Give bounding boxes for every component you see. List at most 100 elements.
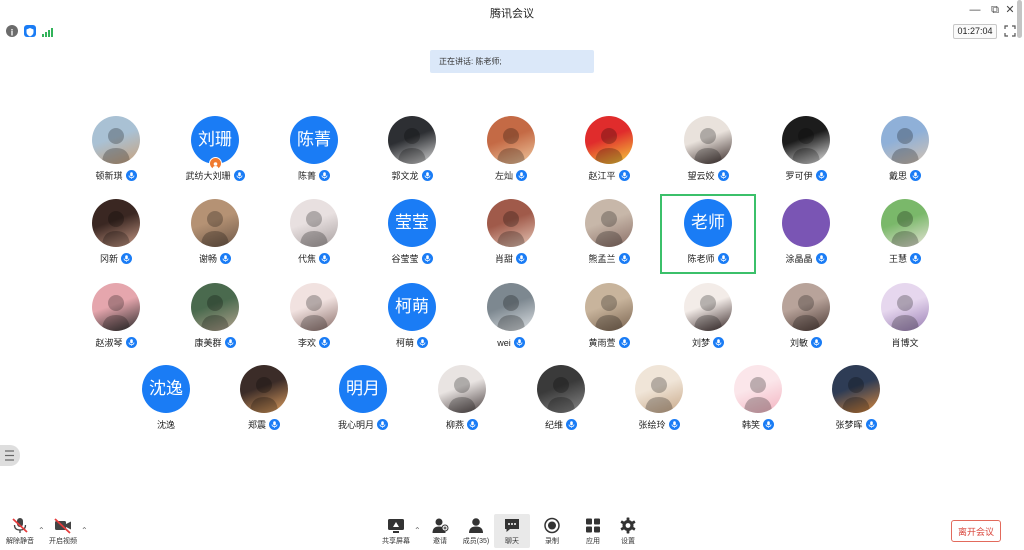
participant-tile[interactable]: 柯萌 柯萌 (364, 279, 460, 355)
speaking-indicator: 正在讲话: 陈老师; (430, 50, 594, 73)
participant-name: 刘梦 (691, 337, 710, 348)
unmute-button[interactable]: 解除静音 (2, 514, 38, 548)
participant-tile[interactable]: 陈菁 陈菁 (266, 112, 362, 188)
photo-silhouette-icon (547, 377, 575, 413)
mic-icon (516, 253, 527, 265)
participant-tile[interactable]: 左灿 (463, 112, 559, 188)
participant-tile[interactable]: 明月 我心明月 (315, 361, 411, 437)
mic-icon (319, 253, 330, 265)
participant-name-line: 陈菁 (266, 168, 362, 182)
title-bar: 腾讯会议 (0, 0, 1024, 22)
participant-name: 陈菁 (297, 170, 316, 181)
participant-tile[interactable]: 顿新琪 (68, 112, 164, 188)
signal-icon[interactable] (41, 25, 53, 37)
close-icon[interactable]: ✕ (1003, 3, 1017, 17)
photo-silhouette-icon (595, 128, 623, 164)
avatar-photo (782, 283, 830, 331)
share-options-chevron-icon[interactable]: ⌃ (414, 527, 422, 535)
settings-button[interactable]: 设置 (610, 514, 646, 548)
photo-silhouette-icon (891, 211, 919, 247)
participant-tile[interactable]: 纪维 (513, 361, 609, 437)
participant-tile[interactable]: 罗可伊 (758, 112, 854, 188)
mic-speaking-icon (717, 253, 729, 265)
participant-tile[interactable]: 沈逸 沈逸 (118, 361, 214, 437)
record-button[interactable]: 录制 (534, 514, 570, 548)
participant-tile[interactable]: 李欢 (266, 279, 362, 355)
participant-tile[interactable]: 张梦晖 (808, 361, 904, 437)
participant-name-line: 柯萌 (364, 335, 460, 349)
participant-tile[interactable]: 康美群 (167, 279, 263, 355)
participant-name-line: 谷莹莹 (364, 251, 460, 265)
leave-meeting-button[interactable]: 离开会议 (951, 520, 1001, 542)
apps-icon (584, 517, 602, 534)
participant-tile[interactable]: 望云姣 (660, 112, 756, 188)
participant-name: 赵江平 (588, 170, 616, 181)
mic-icon (220, 253, 231, 265)
participant-name-line: 肖博文 (857, 335, 953, 349)
side-panel-handle[interactable] (0, 445, 20, 466)
minimize-icon[interactable]: — (968, 3, 982, 17)
participant-tile[interactable]: 赵淑琴 (68, 279, 164, 355)
mic-icon (233, 170, 245, 182)
participant-name: 刘敏 (789, 337, 808, 348)
mic-icon (319, 337, 330, 349)
participant-name: 郭文龙 (391, 170, 419, 181)
participant-tile[interactable]: 刘珊 武纺大刘珊 (167, 112, 263, 188)
mic-icon (815, 170, 827, 182)
video-options-chevron-icon[interactable]: ⌃ (81, 527, 89, 535)
participant-tile[interactable]: 王慧 (857, 195, 953, 271)
chat-button[interactable]: 聊天 (494, 514, 530, 548)
participant-name: 王慧 (888, 253, 907, 264)
mic-icon (618, 170, 630, 182)
avatar-photo (290, 283, 338, 331)
participant-name-line: 康美群 (167, 335, 263, 349)
participant-tile[interactable]: 老师 陈老师 (660, 195, 756, 271)
participant-name: 李欢 (297, 337, 316, 348)
participant-tile[interactable]: 肖甜 (463, 195, 559, 271)
participant-tile[interactable]: 涂晶晶 (758, 195, 854, 271)
participant-name-line: 黄雨萱 (561, 335, 657, 349)
participant-tile[interactable]: 刘梦 (660, 279, 756, 355)
start-video-button[interactable]: 开启视频 (45, 514, 81, 548)
participant-tile[interactable]: 戴思 (857, 112, 953, 188)
participant-name-line: 顿新琪 (68, 168, 164, 182)
participant-tile[interactable]: 柳燕 (414, 361, 510, 437)
avatar-photo (881, 283, 929, 331)
avatar-photo (782, 116, 830, 164)
fullscreen-icon[interactable] (1003, 24, 1017, 38)
participant-tile[interactable]: 张绘玲 (611, 361, 707, 437)
participant-name-line: 纪维 (513, 417, 609, 431)
participant-tile[interactable]: 熊孟兰 (561, 195, 657, 271)
participant-tile[interactable]: 黄雨萱 (561, 279, 657, 355)
participant-tile[interactable]: 冈新 (68, 195, 164, 271)
mic-icon (566, 419, 577, 431)
photo-silhouette-icon (842, 377, 870, 413)
share-screen-button[interactable]: 共享屏幕 (378, 514, 414, 548)
avatar: 老师 (684, 199, 732, 247)
participant-name: 张绘玲 (638, 419, 666, 430)
mic-muted-icon (11, 517, 29, 534)
participant-name: 柯萌 (395, 337, 414, 348)
participant-tile[interactable]: 谢畅 (167, 195, 263, 271)
avatar-photo (585, 199, 633, 247)
participant-name: 张梦晖 (835, 419, 863, 430)
participant-tile[interactable]: 郭文龙 (364, 112, 460, 188)
photo-silhouette-icon (300, 211, 328, 247)
participant-tile[interactable]: 代焦 (266, 195, 362, 271)
participant-tile[interactable]: wei (463, 279, 559, 355)
participant-tile[interactable]: 肖博文 (857, 279, 953, 355)
participant-tile[interactable]: 赵江平 (561, 112, 657, 188)
participant-tile[interactable]: 刘敏 (758, 279, 854, 355)
participant-tile[interactable]: 韩笑 (710, 361, 806, 437)
info-icon[interactable]: i (6, 25, 18, 38)
avatar: 沈逸 (142, 365, 190, 413)
shield-icon[interactable] (24, 25, 36, 37)
participant-name: 韩笑 (741, 419, 760, 430)
mic-icon (763, 419, 774, 431)
mic-icon (467, 419, 478, 431)
participant-name: 代焦 (297, 253, 316, 264)
restore-icon[interactable]: ⧉ (988, 3, 1002, 17)
avatar-photo (191, 283, 239, 331)
participant-tile[interactable]: 莹莹 谷莹莹 (364, 195, 460, 271)
participant-tile[interactable]: 郑震 (216, 361, 312, 437)
